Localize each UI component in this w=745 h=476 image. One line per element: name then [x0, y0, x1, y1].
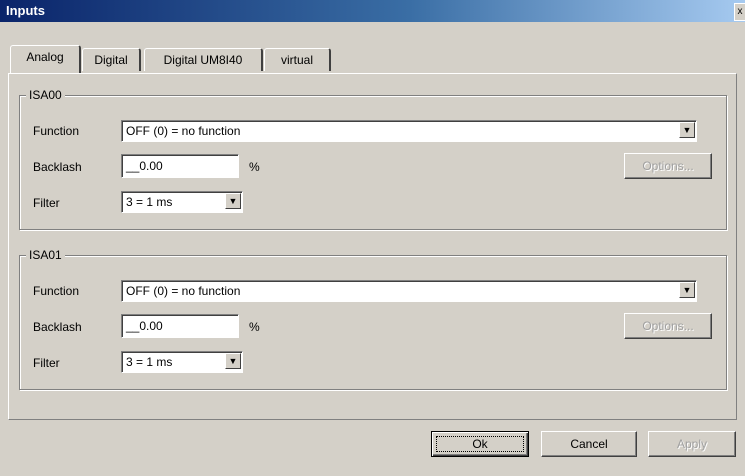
tab-virtual[interactable]: virtual [264, 48, 331, 71]
apply-button[interactable]: Apply [648, 431, 736, 457]
backlash-unit: % [249, 160, 260, 174]
filter-value: 3 = 1 ms [126, 195, 173, 209]
close-icon[interactable]: x [734, 3, 745, 21]
cancel-button[interactable]: Cancel [541, 431, 637, 457]
function-select[interactable]: OFF (0) = no function ▼ [121, 120, 697, 142]
group-isa00: ISA00 Function OFF (0) = no function ▼ B… [19, 88, 727, 230]
group-isa01: ISA01 Function OFF (0) = no function ▼ B… [19, 248, 727, 390]
window-title: Inputs [6, 3, 45, 18]
options-button[interactable]: Options... [624, 313, 712, 339]
chevron-down-icon[interactable]: ▼ [679, 122, 695, 138]
backlash-label: Backlash [33, 320, 82, 334]
tab-analog[interactable]: Analog [10, 45, 81, 73]
chevron-down-icon[interactable]: ▼ [225, 353, 241, 369]
backlash-unit: % [249, 320, 260, 334]
focus-rect [436, 436, 524, 452]
filter-label: Filter [33, 196, 60, 210]
tab-panel: ISA00 Function OFF (0) = no function ▼ B… [8, 73, 737, 420]
backlash-input[interactable]: __0.00 [121, 314, 239, 338]
tab-digital[interactable]: Digital [82, 48, 141, 71]
filter-select[interactable]: 3 = 1 ms ▼ [121, 351, 243, 373]
function-value: OFF (0) = no function [126, 284, 241, 298]
function-label: Function [33, 124, 80, 138]
function-value: OFF (0) = no function [126, 124, 241, 138]
chevron-down-icon[interactable]: ▼ [679, 282, 695, 298]
backlash-value: __0.00 [126, 319, 163, 333]
options-button[interactable]: Options... [624, 153, 712, 179]
group-title: ISA01 [26, 248, 65, 262]
button-bar: Ok Cancel Apply [0, 428, 745, 476]
backlash-label: Backlash [33, 160, 82, 174]
function-select[interactable]: OFF (0) = no function ▼ [121, 280, 697, 302]
filter-label: Filter [33, 356, 60, 370]
backlash-value: __0.00 [126, 159, 163, 173]
tab-digital-um8i40[interactable]: Digital UM8I40 [144, 48, 263, 71]
title-bar: Inputs x [0, 0, 745, 22]
group-title: ISA00 [26, 88, 65, 102]
ok-button[interactable]: Ok [431, 431, 529, 457]
backlash-input[interactable]: __0.00 [121, 154, 239, 178]
filter-value: 3 = 1 ms [126, 355, 173, 369]
function-label: Function [33, 284, 80, 298]
filter-select[interactable]: 3 = 1 ms ▼ [121, 191, 243, 213]
chevron-down-icon[interactable]: ▼ [225, 193, 241, 209]
